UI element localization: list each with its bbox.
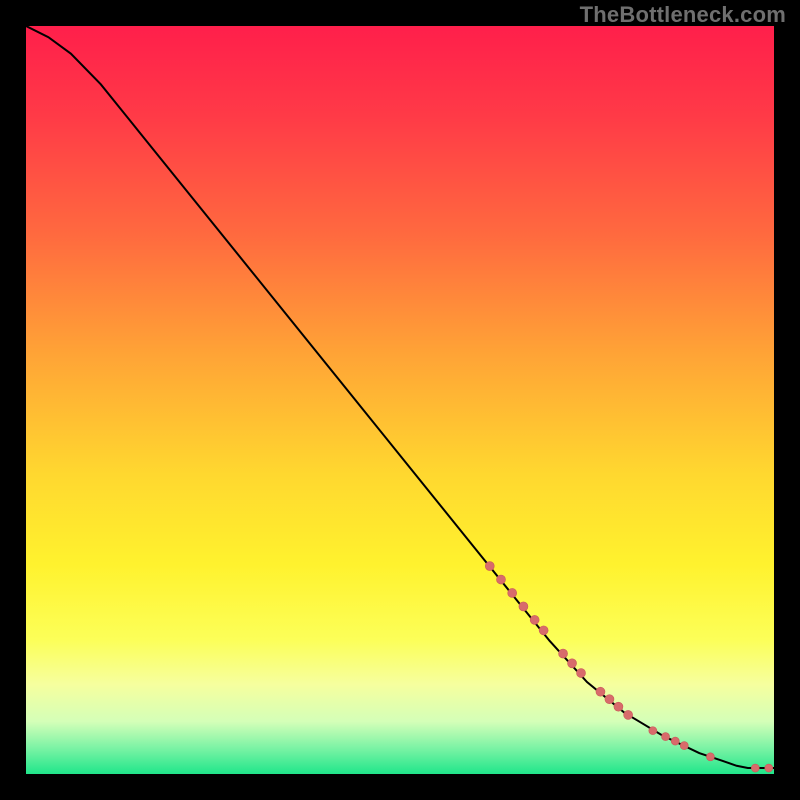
data-marker [706,753,714,761]
plot-area [26,26,774,774]
data-marker [751,764,759,772]
data-marker [496,575,505,584]
gradient-background [26,26,774,774]
data-marker [530,615,539,624]
data-marker [662,733,670,741]
data-marker [539,626,548,635]
data-marker [605,695,614,704]
data-marker [614,702,623,711]
data-marker [577,669,586,678]
data-marker [508,588,517,597]
watermark-text: TheBottleneck.com [580,2,786,28]
data-marker [765,764,773,772]
data-marker [649,727,657,735]
data-marker [596,687,605,696]
data-marker [519,602,528,611]
chart-stage: TheBottleneck.com [0,0,800,800]
data-marker [568,659,577,668]
data-marker [559,649,568,658]
chart-svg [26,26,774,774]
data-marker [624,710,633,719]
data-marker [671,737,679,745]
data-marker [485,562,494,571]
data-marker [680,742,688,750]
